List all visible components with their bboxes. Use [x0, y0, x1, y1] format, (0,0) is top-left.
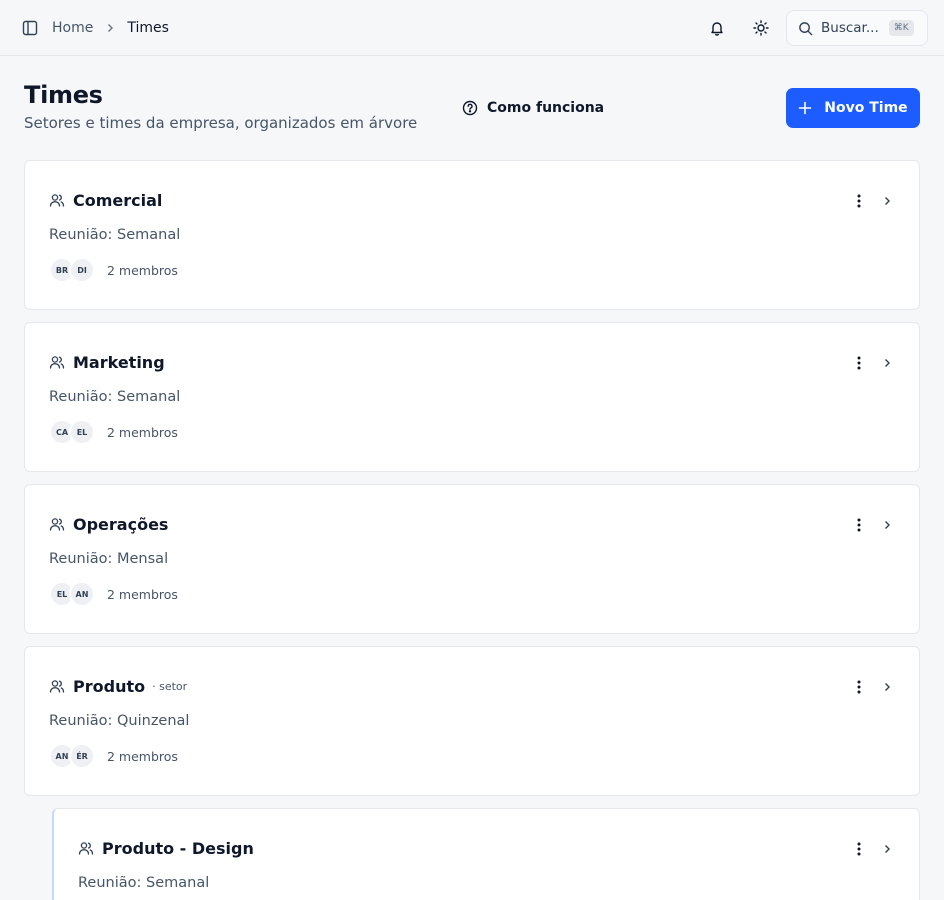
team-card[interactable]: Produto · setor Reunião: Quinzenal AN ÉR… — [24, 646, 920, 796]
chevron-right-icon[interactable] — [877, 677, 897, 697]
top-bar: Home Times Buscar... ⌘K — [0, 0, 944, 56]
search-label: Buscar... — [821, 20, 879, 36]
team-meeting: Reunião: Mensal — [49, 551, 169, 567]
avatar: AN — [69, 581, 95, 607]
new-team-label: Novo Time — [824, 100, 908, 116]
team-type-tag: · setor — [152, 679, 188, 693]
users-icon — [49, 354, 65, 370]
team-members: AN ÉR 2 membros — [49, 743, 178, 769]
users-icon — [49, 678, 65, 694]
page-title: Times — [24, 81, 103, 109]
users-icon — [49, 516, 65, 532]
avatar: ÉR — [69, 743, 95, 769]
bell-icon[interactable] — [705, 16, 729, 40]
team-card[interactable]: Marketing Reunião: Semanal CA EL 2 membr… — [24, 322, 920, 472]
team-meeting: Reunião: Semanal — [78, 875, 210, 891]
team-members: EL AN 2 membros — [49, 581, 178, 607]
breadcrumb-current: Times — [127, 20, 169, 36]
team-name: Produto — [73, 676, 146, 696]
members-count: 2 membros — [107, 424, 178, 440]
more-vertical-icon[interactable] — [849, 353, 869, 373]
more-vertical-icon[interactable] — [849, 515, 869, 535]
avatar: EL — [69, 419, 95, 445]
team-card[interactable]: Comercial Reunião: Semanal BR DI 2 membr… — [24, 160, 920, 310]
breadcrumb-home[interactable]: Home — [52, 20, 93, 36]
search-icon — [798, 21, 813, 36]
team-meeting: Reunião: Semanal — [49, 389, 181, 405]
team-card[interactable]: Operações Reunião: Mensal EL AN 2 membro… — [24, 484, 920, 634]
members-count: 2 membros — [107, 586, 178, 602]
team-name: Produto - Design — [102, 838, 254, 858]
team-name: Operações — [73, 514, 169, 534]
how-it-works-button[interactable]: Como funciona — [462, 96, 604, 120]
team-card-child[interactable]: Produto - Design Reunião: Semanal — [52, 808, 920, 900]
team-members: BR DI 2 membros — [49, 257, 178, 283]
sun-icon[interactable] — [749, 16, 773, 40]
chevron-right-icon[interactable] — [877, 353, 897, 373]
chevron-right-icon[interactable] — [877, 839, 897, 859]
how-it-works-label: Como funciona — [487, 100, 605, 116]
users-icon — [78, 840, 94, 856]
help-circle-icon — [462, 100, 478, 116]
chevron-right-icon[interactable] — [877, 515, 897, 535]
avatar: DI — [69, 257, 95, 283]
breadcrumb: Home Times — [52, 18, 169, 38]
chevron-right-icon — [105, 23, 115, 33]
members-count: 2 membros — [107, 262, 178, 278]
team-meeting: Reunião: Quinzenal — [49, 713, 190, 729]
more-vertical-icon[interactable] — [849, 839, 869, 859]
search-button[interactable]: Buscar... ⌘K — [786, 10, 928, 46]
more-vertical-icon[interactable] — [849, 191, 869, 211]
team-name: Marketing — [73, 352, 165, 372]
team-name: Comercial — [73, 190, 163, 210]
sidebar-toggle-icon[interactable] — [20, 18, 40, 38]
team-members: CA EL 2 membros — [49, 419, 178, 445]
team-meeting: Reunião: Semanal — [49, 227, 181, 243]
chevron-right-icon[interactable] — [877, 191, 897, 211]
page-subtitle: Setores e times da empresa, organizados … — [24, 114, 418, 132]
members-count: 2 membros — [107, 748, 178, 764]
plus-icon — [798, 101, 812, 115]
users-icon — [49, 192, 65, 208]
search-shortcut: ⌘K — [888, 20, 914, 36]
new-team-button[interactable]: Novo Time — [786, 88, 920, 128]
more-vertical-icon[interactable] — [849, 677, 869, 697]
